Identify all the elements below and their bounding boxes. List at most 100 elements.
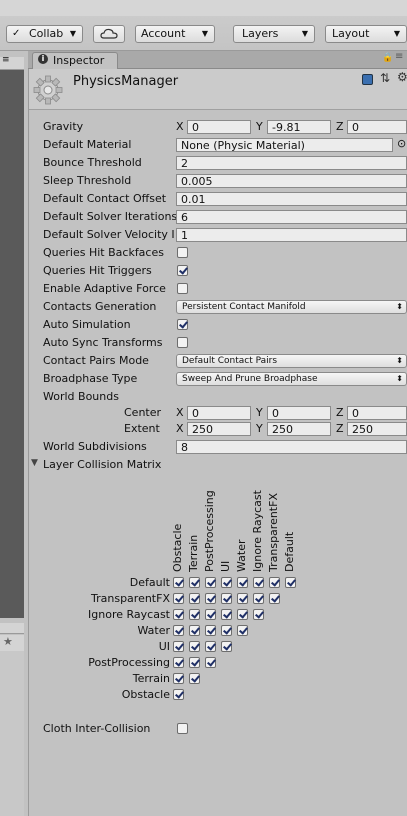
gravity-y-field[interactable]: -9.81	[267, 120, 331, 134]
matrix-checkbox[interactable]	[173, 625, 184, 636]
object-picker-icon[interactable]: ⊙	[397, 137, 406, 150]
layer-collision-matrix-label: Layer Collision Matrix	[43, 458, 162, 471]
matrix-column-label: UI	[219, 560, 232, 572]
matrix-checkbox[interactable]	[189, 641, 200, 652]
auto-simulation-checkbox[interactable]	[177, 319, 188, 330]
matrix-checkbox[interactable]	[221, 641, 232, 652]
default-material-field[interactable]: None (Physic Material)	[176, 138, 393, 152]
settings-gear-icon[interactable]: ⚙	[397, 70, 407, 84]
scene-view[interactable]	[0, 70, 24, 618]
matrix-checkbox[interactable]	[205, 657, 216, 668]
matrix-row-label: Terrain	[132, 672, 170, 685]
broadphase-type-dropdown[interactable]: Sweep And Prune Broadphase ⬍	[176, 372, 407, 386]
broadphase-type-value: Sweep And Prune Broadphase	[182, 374, 318, 384]
matrix-column-label: Obstacle	[171, 523, 184, 572]
gravity-z-field[interactable]: 0	[347, 120, 407, 134]
extent-y-field[interactable]: 250	[267, 422, 331, 436]
default-contact-offset-field[interactable]: 0.01	[176, 192, 407, 206]
matrix-checkbox[interactable]	[189, 625, 200, 636]
extent-z-field[interactable]: 250	[347, 422, 407, 436]
matrix-checkbox[interactable]	[189, 577, 200, 588]
contact-pairs-mode-dropdown[interactable]: Default Contact Pairs ⬍	[176, 354, 407, 368]
layers-dropdown[interactable]: Layers ▼	[233, 25, 315, 43]
queries-hit-backfaces-label: Queries Hit Backfaces	[43, 246, 164, 259]
matrix-checkbox[interactable]	[221, 593, 232, 604]
enable-adaptive-force-checkbox[interactable]	[177, 283, 188, 294]
bounce-threshold-field[interactable]: 2	[176, 156, 407, 170]
contact-pairs-mode-label: Contact Pairs Mode	[43, 354, 149, 367]
queries-hit-backfaces-checkbox[interactable]	[177, 247, 188, 258]
matrix-checkbox[interactable]	[205, 609, 216, 620]
cloud-button[interactable]	[93, 25, 125, 43]
matrix-checkbox[interactable]	[269, 577, 280, 588]
layout-dropdown[interactable]: Layout ▼	[325, 25, 407, 43]
matrix-checkbox[interactable]	[173, 609, 184, 620]
matrix-checkbox[interactable]	[205, 641, 216, 652]
matrix-checkbox[interactable]	[253, 577, 264, 588]
matrix-checkbox[interactable]	[221, 577, 232, 588]
contacts-generation-dropdown[interactable]: Persistent Contact Manifold ⬍	[176, 300, 407, 314]
default-solver-velocity-field[interactable]: 1	[176, 228, 407, 242]
matrix-row-label: Ignore Raycast	[88, 608, 170, 621]
matrix-checkbox[interactable]	[173, 593, 184, 604]
favorites-bar: ★	[0, 635, 24, 652]
matrix-checkbox[interactable]	[205, 593, 216, 604]
sleep-threshold-label: Sleep Threshold	[43, 174, 132, 187]
menu-icon[interactable]: ≡	[2, 55, 10, 65]
matrix-checkbox[interactable]	[189, 673, 200, 684]
center-z-field[interactable]: 0	[347, 406, 407, 420]
matrix-checkbox[interactable]	[221, 625, 232, 636]
matrix-checkbox[interactable]	[221, 609, 232, 620]
sleep-threshold-field[interactable]: 0.005	[176, 174, 407, 188]
default-solver-iterations-field[interactable]: 6	[176, 210, 407, 224]
star-icon[interactable]: ★	[3, 635, 13, 648]
matrix-row-label: TransparentFX	[91, 592, 170, 605]
center-x-axis: X	[176, 406, 184, 419]
auto-sync-transforms-checkbox[interactable]	[177, 337, 188, 348]
account-button[interactable]: Account ▼	[135, 25, 215, 43]
matrix-checkbox[interactable]	[173, 657, 184, 668]
gravity-x-axis: X	[176, 120, 184, 133]
chevron-updown-icon: ⬍	[396, 356, 403, 365]
default-solver-iterations-label: Default Solver Iterations	[43, 210, 178, 223]
preset-icon[interactable]: ⇅	[380, 71, 390, 85]
matrix-checkbox[interactable]	[285, 577, 296, 588]
matrix-checkbox[interactable]	[173, 673, 184, 684]
matrix-checkbox[interactable]	[269, 593, 280, 604]
tab-inspector[interactable]: i Inspector	[32, 52, 118, 69]
center-y-field[interactable]: 0	[267, 406, 331, 420]
cloud-icon	[100, 28, 118, 39]
help-icon[interactable]	[362, 74, 373, 85]
gear-icon	[33, 75, 63, 105]
collab-button[interactable]: ✓ Collab ▼	[6, 25, 83, 43]
lock-icon[interactable]: 🔒	[382, 53, 393, 63]
world-subdivisions-field[interactable]: 8	[176, 440, 407, 454]
page-title: PhysicsManager	[73, 74, 179, 89]
matrix-checkbox[interactable]	[205, 625, 216, 636]
check-circle-icon: ✓	[12, 28, 21, 39]
matrix-checkbox[interactable]	[237, 577, 248, 588]
center-x-field[interactable]: 0	[187, 406, 251, 420]
extent-x-field[interactable]: 250	[187, 422, 251, 436]
foldout-triangle-icon[interactable]: ▼	[31, 458, 38, 468]
matrix-checkbox[interactable]	[173, 577, 184, 588]
matrix-checkbox[interactable]	[189, 609, 200, 620]
matrix-checkbox[interactable]	[237, 609, 248, 620]
cloth-inter-collision-checkbox[interactable]	[177, 723, 188, 734]
project-panel[interactable]	[0, 651, 24, 816]
matrix-checkbox[interactable]	[205, 577, 216, 588]
matrix-checkbox[interactable]	[189, 657, 200, 668]
matrix-checkbox[interactable]	[237, 593, 248, 604]
matrix-checkbox[interactable]	[189, 593, 200, 604]
matrix-checkbox[interactable]	[237, 625, 248, 636]
queries-hit-triggers-label: Queries Hit Triggers	[43, 264, 152, 277]
matrix-checkbox[interactable]	[173, 641, 184, 652]
matrix-checkbox[interactable]	[173, 689, 184, 700]
matrix-checkbox[interactable]	[253, 609, 264, 620]
gravity-x-field[interactable]: 0	[187, 120, 251, 134]
account-label: Account	[141, 27, 186, 40]
tab-menu-icon[interactable]: ≡	[395, 51, 403, 62]
queries-hit-triggers-checkbox[interactable]	[177, 265, 188, 276]
gravity-y-axis: Y	[256, 120, 263, 133]
matrix-checkbox[interactable]	[253, 593, 264, 604]
